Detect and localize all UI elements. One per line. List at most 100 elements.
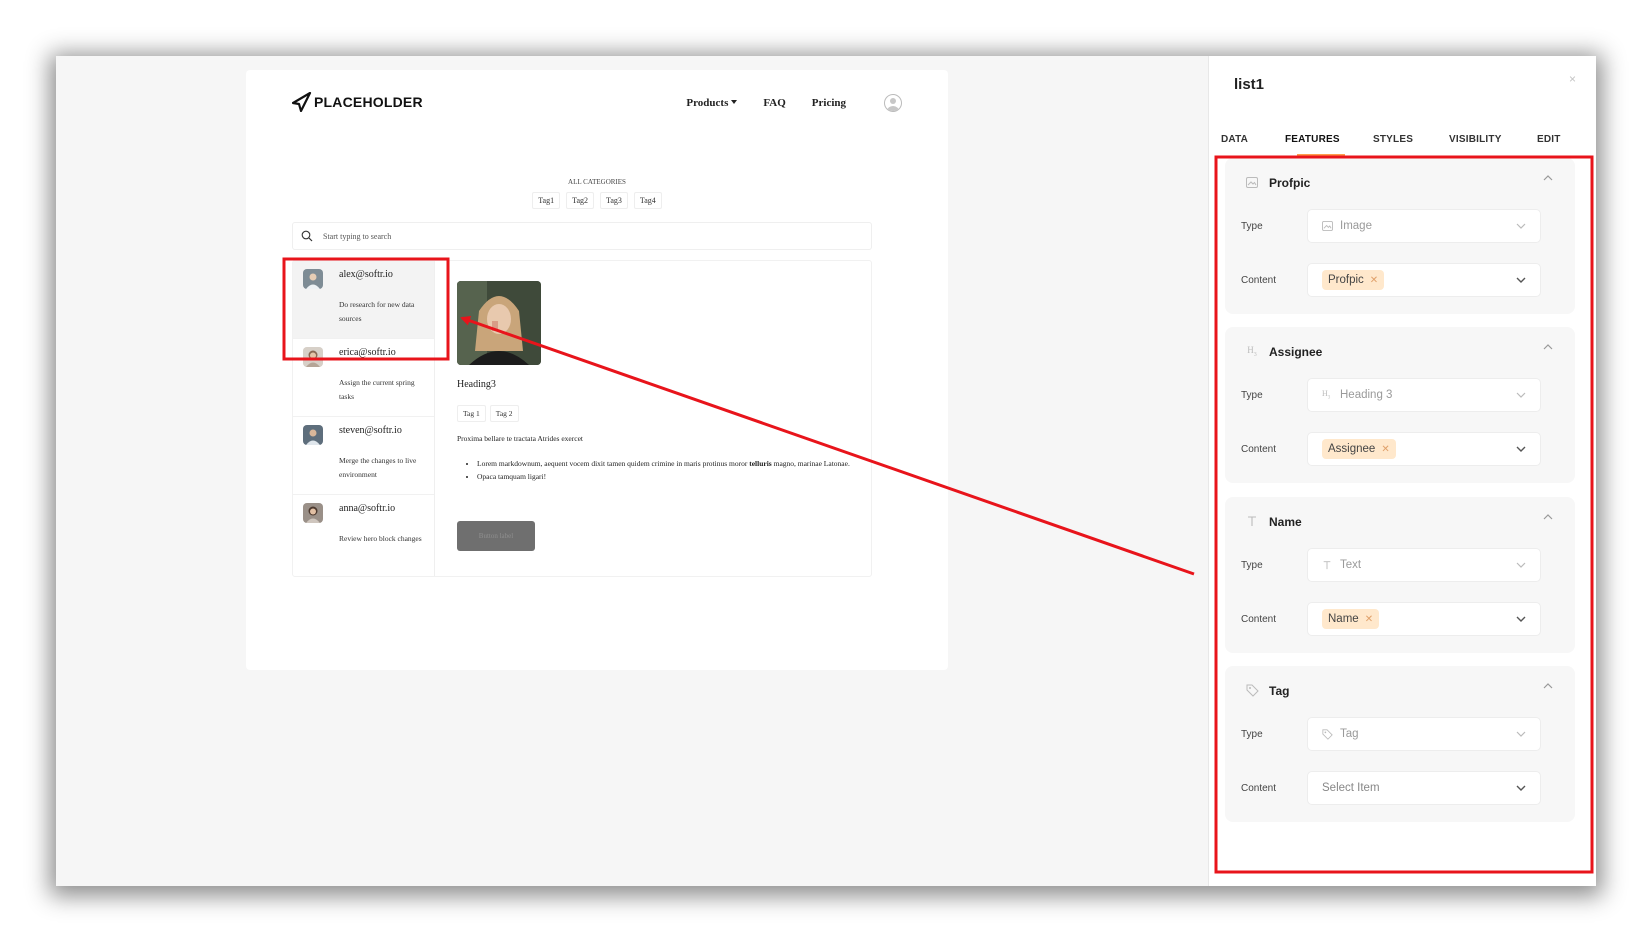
type-dropdown[interactable]: Tag (1307, 717, 1541, 751)
tag-icon (1322, 728, 1334, 740)
preview-canvas: PLACEHOLDER Products FAQ Pricing ALL CAT… (246, 70, 948, 670)
chip-label: Profpic (1328, 274, 1364, 286)
detail-bullet: Opaca tamquam ligari! (477, 470, 859, 483)
nav-pricing[interactable]: Pricing (812, 97, 846, 109)
type-dropdown[interactable]: Image (1307, 209, 1541, 243)
tab-visibility[interactable]: VISIBILITY (1449, 134, 1502, 145)
detail-photo (457, 281, 541, 365)
panel-tabs: DATA FEATURES STYLES VISIBILITY EDIT (1209, 130, 1596, 158)
section-title: Tag (1269, 684, 1290, 698)
chevron-down-icon (1516, 562, 1526, 568)
text-icon (1245, 514, 1259, 528)
list-item[interactable]: erica@softr.io Assign the current spring… (293, 339, 434, 417)
image-icon (1245, 175, 1259, 189)
list-item-desc: Review hero block changes (339, 534, 422, 543)
app-window: PLACEHOLDER Products FAQ Pricing ALL CAT… (56, 56, 1596, 886)
feature-section-name: Name Type Text Content Name ✕ (1225, 497, 1575, 653)
content-label: Content (1241, 444, 1277, 455)
chevron-up-icon[interactable] (1543, 512, 1553, 522)
chevron-up-icon[interactable] (1543, 681, 1553, 691)
bullet-text: Lorem markdownum, aequent vocem dixit ta… (477, 459, 750, 468)
content-chip[interactable]: Profpic ✕ (1322, 270, 1385, 290)
list-item-desc: Assign the current spring tasks (339, 378, 415, 401)
content-chip[interactable]: Assignee ✕ (1322, 439, 1396, 459)
type-label: Type (1241, 390, 1263, 401)
logo-icon (292, 92, 312, 112)
chip-label: Assignee (1328, 443, 1376, 455)
list-item[interactable]: anna@softr.io Review hero block changes (293, 495, 434, 573)
content-label: Content (1241, 783, 1277, 794)
content-label: Content (1241, 614, 1277, 625)
content-dropdown[interactable]: Profpic ✕ (1307, 263, 1541, 297)
nav-products[interactable]: Products (686, 97, 738, 109)
chevron-down-icon (1516, 277, 1526, 283)
profile-picture (303, 425, 323, 445)
site-logo[interactable]: PLACEHOLDER (292, 92, 423, 112)
bullet-bold: telluris (749, 459, 772, 468)
nav-products-label: Products (686, 97, 729, 109)
content-chip[interactable]: Name ✕ (1322, 609, 1380, 629)
feature-section-assignee: H3 Assignee Type H3 Heading 3 Content As… (1225, 327, 1575, 483)
type-value: Tag (1340, 728, 1359, 740)
heading-icon: H3 (1247, 344, 1257, 358)
profile-picture (303, 269, 323, 289)
list-column: alex@softr.io Do research for new data s… (293, 261, 435, 576)
chevron-down-icon (1516, 223, 1526, 229)
profile-picture (303, 503, 323, 523)
site-nav: Products FAQ Pricing (686, 92, 902, 114)
type-value: Image (1340, 220, 1372, 232)
detail-tags: Tag 1 Tag 2 (457, 405, 519, 422)
remove-chip-icon[interactable]: ✕ (1381, 444, 1389, 455)
detail-view: Heading3 Tag 1 Tag 2 Proxima bellare te … (457, 281, 857, 571)
chevron-down-icon (1516, 446, 1526, 452)
section-title: Profpic (1269, 176, 1311, 190)
remove-chip-icon[interactable]: ✕ (1370, 275, 1378, 286)
list-item[interactable]: alex@softr.io Do research for new data s… (293, 261, 434, 339)
list-item-name: steven@softr.io (339, 425, 402, 436)
category-tag[interactable]: Tag3 (600, 192, 628, 209)
tag-icon (1245, 683, 1259, 697)
chevron-up-icon[interactable] (1543, 342, 1553, 352)
search-input[interactable]: Start typing to search (292, 222, 872, 250)
tab-data[interactable]: DATA (1221, 134, 1248, 145)
image-icon (1322, 221, 1334, 231)
type-value: Text (1340, 559, 1362, 571)
heading-icon: H3 (1322, 389, 1331, 401)
chevron-down-icon (1516, 392, 1526, 398)
type-label: Type (1241, 560, 1263, 571)
content-dropdown[interactable]: Assignee ✕ (1307, 432, 1541, 466)
chevron-up-icon[interactable] (1543, 173, 1553, 183)
category-tag[interactable]: Tag1 (532, 192, 561, 209)
active-tab-indicator (1297, 154, 1345, 157)
user-avatar-icon[interactable] (884, 94, 902, 112)
categories-title: ALL CATEGORIES (568, 178, 626, 186)
type-label: Type (1241, 221, 1263, 232)
detail-button[interactable]: Button label (457, 521, 535, 551)
feature-section-tag: Tag Type Tag Content Select Item (1225, 666, 1575, 822)
settings-panel: list1 × DATA FEATURES STYLES VISIBILITY … (1208, 56, 1596, 886)
chip-label: Name (1328, 613, 1359, 625)
tab-styles[interactable]: STYLES (1373, 134, 1413, 145)
category-tag[interactable]: Tag4 (633, 192, 662, 209)
content-dropdown[interactable]: Name ✕ (1307, 602, 1541, 636)
category-tag[interactable]: Tag2 (566, 192, 594, 209)
type-dropdown[interactable]: Text (1307, 548, 1541, 582)
chevron-down-icon (1516, 616, 1526, 622)
type-dropdown[interactable]: H3 Heading 3 (1307, 378, 1541, 412)
close-icon[interactable]: × (1569, 72, 1576, 86)
nav-faq[interactable]: FAQ (763, 97, 785, 109)
list-item[interactable]: steven@softr.io Merge the changes to liv… (293, 417, 434, 495)
list-item-name: alex@softr.io (339, 269, 393, 280)
type-label: Type (1241, 729, 1263, 740)
content-label: Content (1241, 275, 1277, 286)
list-item-name: erica@softr.io (339, 347, 396, 358)
content-placeholder: Select Item (1322, 782, 1380, 794)
type-value: Heading 3 (1340, 389, 1393, 401)
tab-edit[interactable]: EDIT (1537, 134, 1561, 145)
remove-chip-icon[interactable]: ✕ (1365, 614, 1373, 625)
list-item-name: anna@softr.io (339, 503, 396, 514)
content-dropdown[interactable]: Select Item (1307, 771, 1541, 805)
detail-bullet-list: Lorem markdownum, aequent vocem dixit ta… (469, 457, 859, 483)
tab-features[interactable]: FEATURES (1285, 134, 1340, 145)
search-icon (301, 230, 313, 242)
